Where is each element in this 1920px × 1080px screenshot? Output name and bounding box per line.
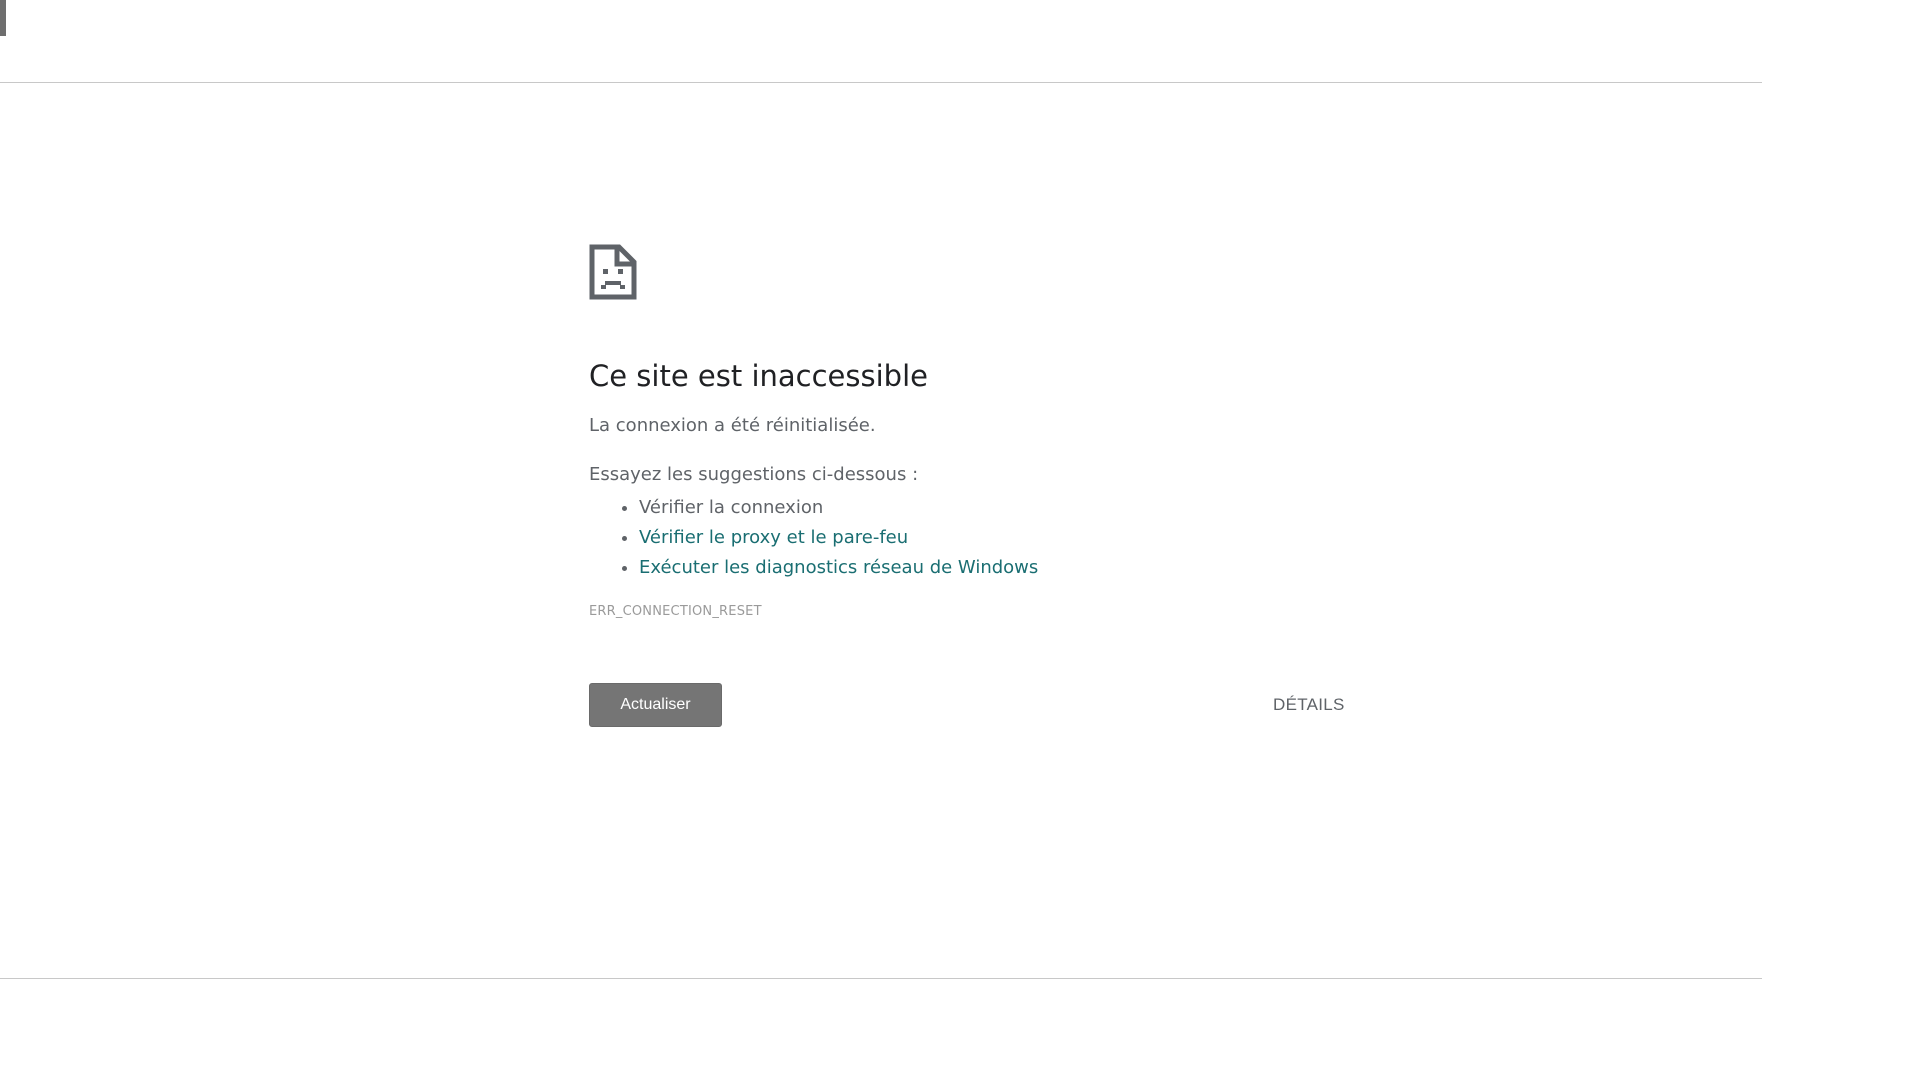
error-code: ERR_CONNECTION_RESET [589, 604, 762, 619]
suggestion-label: Vérifier la connexion [639, 497, 824, 518]
sad-page-icon [589, 244, 637, 300]
top-divider [0, 82, 1762, 83]
error-message: La connexion a été réinitialisée. [589, 415, 876, 436]
bottom-divider [0, 978, 1762, 979]
suggestions-heading: Essayez les suggestions ci-dessous : [589, 464, 919, 485]
suggestion-check-proxy-firewall[interactable]: Vérifier le proxy et le pare-feu [639, 523, 1349, 553]
window-edge-tab [0, 0, 6, 36]
run-network-diagnostics-link[interactable]: Exécuter les diagnostics réseau de Windo… [639, 557, 1038, 578]
check-proxy-firewall-link[interactable]: Vérifier le proxy et le pare-feu [639, 527, 908, 548]
suggestion-check-connection: Vérifier la connexion [639, 493, 1349, 523]
details-button[interactable]: DÉTAILS [1273, 683, 1345, 727]
suggestions-list: Vérifier la connexion Vérifier le proxy … [589, 493, 1349, 583]
suggestion-run-diagnostics[interactable]: Exécuter les diagnostics réseau de Windo… [639, 553, 1349, 583]
action-bar: Actualiser DÉTAILS [589, 683, 1349, 727]
error-content: Ce site est inaccessible La connexion a … [589, 244, 1349, 727]
reload-button[interactable]: Actualiser [589, 683, 722, 727]
page-title: Ce site est inaccessible [589, 359, 928, 393]
